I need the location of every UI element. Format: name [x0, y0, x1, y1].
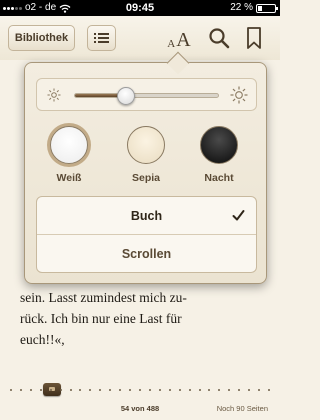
sun-small-icon [47, 88, 61, 102]
table-of-contents-button[interactable] [87, 25, 116, 51]
checkmark-icon [232, 210, 245, 221]
scrubber-dot [69, 389, 72, 391]
brightness-control [36, 78, 257, 111]
text-line: rück. Ich bin nur eine Last für [20, 311, 182, 326]
scrubber-dot [10, 389, 12, 391]
battery-percentage: 22 % [230, 2, 253, 13]
theme-label: Sepia [131, 172, 160, 184]
theme-night-option[interactable]: Nacht [189, 126, 249, 184]
page-info: 54 von 488 Noch 90 Seiten [0, 404, 280, 416]
scrubber-dot [258, 389, 261, 391]
mode-label: Buch [130, 208, 163, 223]
theme-night-swatch [200, 126, 238, 164]
scrubber-dot [148, 389, 151, 391]
text-line: sein. Lasst zumindest mich zu- [20, 290, 187, 305]
scrubber-dot [218, 389, 221, 391]
scrubber-dot [188, 389, 191, 391]
font-settings-button[interactable]: A A [163, 28, 195, 50]
scrubber-dot [49, 389, 52, 391]
scrubber-dot [89, 389, 92, 391]
theme-label: Weiß [56, 172, 82, 184]
scrubber-dot [59, 389, 62, 391]
reading-mode-list: Buch Scrollen [36, 196, 257, 273]
scrubber-dot [19, 389, 22, 391]
scrubber-dot [99, 389, 102, 391]
scrubber-dot [158, 389, 161, 391]
font-large-glyph: A [176, 29, 191, 51]
library-button[interactable]: Bibliothek [8, 25, 75, 51]
search-icon[interactable] [208, 27, 230, 49]
scrubber-dot [139, 389, 141, 391]
scrubber-dot [29, 389, 32, 391]
mode-scroll-option[interactable]: Scrollen [37, 235, 256, 272]
page-scrubber[interactable] [10, 383, 272, 397]
scrubber-dot [208, 389, 211, 391]
scrubber-dot [228, 389, 231, 391]
scrubber-dot [178, 389, 181, 391]
theme-sepia-option[interactable]: Sepia [116, 126, 176, 184]
theme-label: Nacht [204, 172, 234, 184]
scrubber-dot [129, 389, 132, 391]
scrubber-dot [238, 389, 241, 391]
battery-icon [256, 3, 278, 13]
scrubber-dot [268, 389, 270, 391]
scrubber-dot [109, 389, 112, 391]
scrubber-dot [79, 389, 82, 391]
mode-label: Scrollen [121, 247, 172, 261]
brightness-slider[interactable] [74, 87, 219, 105]
theme-sepia-swatch [127, 126, 165, 164]
book-page-text: sein. Lasst zumindest mich zu- rück. Ich… [20, 287, 270, 350]
theme-white-option[interactable]: Weiß [39, 126, 99, 184]
mode-book-option[interactable]: Buch [37, 197, 256, 235]
scrubber-dot [168, 389, 171, 391]
appearance-popover: Weiß Sepia Nacht Buch Scrollen [24, 62, 267, 284]
scrubber-thumb[interactable] [43, 383, 62, 396]
sun-large-icon [230, 86, 248, 104]
status-bar: o2 - de 09:45 22 % [0, 0, 280, 16]
brightness-slider-thumb[interactable] [117, 87, 136, 105]
scrubber-dot [119, 389, 122, 391]
text-line: euch!!«, [20, 332, 65, 347]
theme-white-swatch [50, 126, 88, 164]
scrubber-dot [39, 389, 42, 391]
scrubber-dot [198, 389, 201, 391]
reader-toolbar: Bibliothek A A [0, 16, 280, 60]
font-small-glyph: A [167, 38, 176, 50]
bookmark-icon[interactable] [246, 27, 262, 49]
scrubber-dot [248, 389, 251, 391]
pages-remaining: Noch 90 Seiten [216, 404, 268, 413]
list-icon [94, 33, 109, 43]
